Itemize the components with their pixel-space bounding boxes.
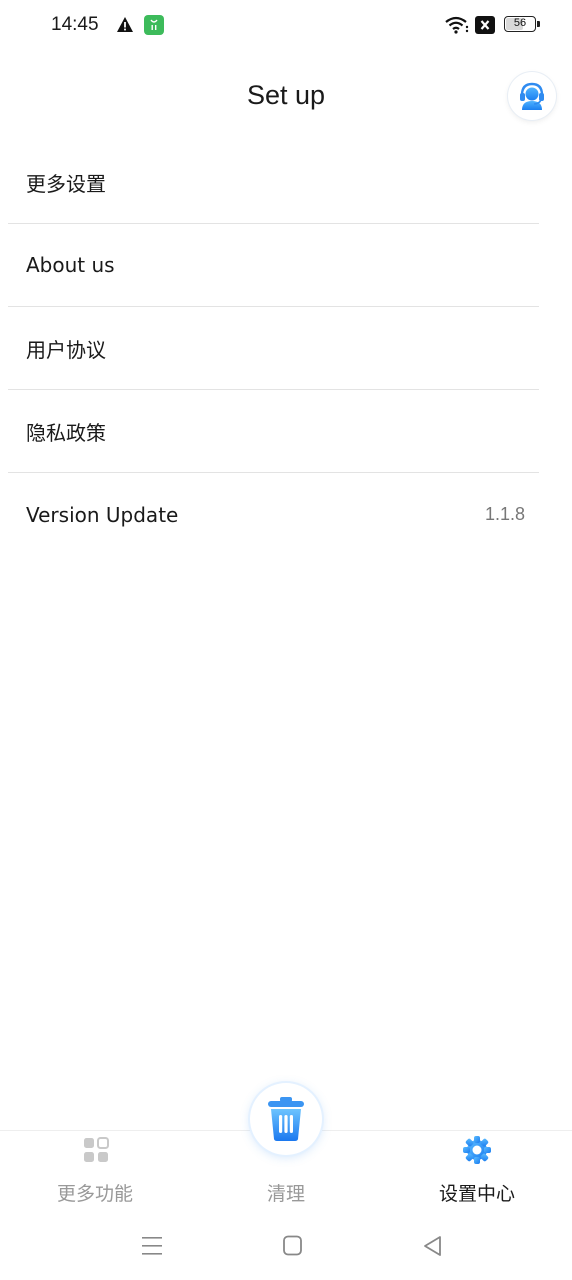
nav-item-settings-center[interactable]: 设置中心 [397, 1131, 557, 1221]
menu-icon[interactable] [137, 1234, 167, 1258]
grid-icon [84, 1137, 109, 1162]
page-title: Set up [246, 80, 326, 110]
battery-level: 56 [513, 17, 527, 29]
status-time: 14:45 [51, 14, 99, 35]
version-number: 1.1.8 [484, 504, 525, 524]
menu-item-about-us[interactable]: About us [8, 224, 539, 307]
warning-icon [117, 17, 133, 32]
home-icon[interactable] [278, 1234, 308, 1258]
menu-item-label: 更多设置 [26, 171, 106, 196]
sim-off-icon [475, 16, 495, 34]
clean-button[interactable] [250, 1083, 322, 1155]
menu-item-label: 用户协议 [26, 337, 106, 362]
nav-label: 设置中心 [438, 1183, 515, 1205]
trash-icon [268, 1097, 304, 1141]
nav-item-more-features[interactable]: 更多功能 [15, 1131, 175, 1221]
menu-item-label: About us [26, 253, 115, 277]
customer-service-button[interactable] [508, 72, 556, 120]
gear-icon [463, 1136, 491, 1164]
app-notification-icon [144, 15, 164, 35]
menu-item-label: Version Update [26, 502, 179, 527]
menu-item-version-update[interactable]: Version Update 1.1.8 [8, 473, 539, 556]
header: Set up [0, 64, 572, 128]
settings-menu: 更多设置 About us 用户协议 隐私政策 Version Update 1… [8, 141, 539, 556]
menu-item-user-agreement[interactable]: 用户协议 [8, 307, 539, 390]
menu-item-label: 隐私政策 [26, 420, 106, 445]
menu-item-more-settings[interactable]: 更多设置 [8, 141, 539, 224]
system-nav-bar [0, 1220, 572, 1280]
status-bar: 14:45 56 [0, 0, 572, 52]
customer-service-icon [520, 82, 544, 110]
menu-item-privacy-policy[interactable]: 隐私政策 [8, 390, 539, 473]
wifi-icon [445, 16, 469, 34]
nav-label: 更多功能 [56, 1183, 133, 1205]
nav-label: 清理 [266, 1183, 305, 1205]
battery-icon: 56 [504, 16, 540, 32]
back-icon[interactable] [418, 1234, 448, 1258]
